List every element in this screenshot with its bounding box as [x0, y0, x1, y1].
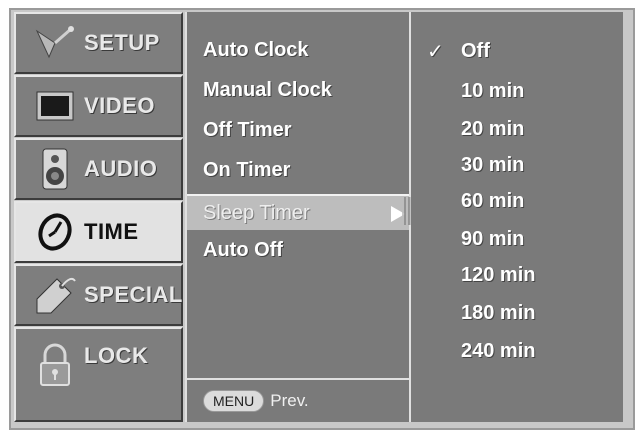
option-label: 90 min	[461, 227, 525, 250]
category-video[interactable]: VIDEO	[14, 75, 183, 137]
submenu-item-label: Manual Clock	[203, 78, 332, 101]
submenu-item-label: Auto Off	[203, 238, 283, 261]
time-submenu: Auto Clock Manual Clock Off Timer On Tim…	[185, 12, 411, 422]
submenu-item-sleep-timer[interactable]: Sleep Timer	[187, 194, 409, 230]
option-off[interactable]: ✓ Off	[411, 34, 623, 68]
speaker-icon	[32, 147, 78, 191]
option-90-min[interactable]: 90 min	[411, 222, 623, 256]
checkmark-icon: ✓	[427, 40, 444, 63]
submenu-item-auto-clock[interactable]: Auto Clock	[187, 30, 409, 70]
sleep-timer-options: ✓ Off 10 min 20 min 30 min 60 min 90 min…	[411, 12, 623, 422]
option-180-min[interactable]: 180 min	[411, 296, 623, 330]
footer-hint: MENU Prev.	[187, 378, 409, 422]
option-label: Off	[461, 39, 490, 62]
option-label: 10 min	[461, 79, 525, 102]
category-special[interactable]: SPECIAL	[14, 264, 183, 326]
category-label: TIME	[84, 219, 139, 244]
category-lock[interactable]: LOCK	[14, 327, 183, 422]
category-time[interactable]: TIME	[14, 201, 183, 263]
category-audio[interactable]: AUDIO	[14, 138, 183, 200]
category-label: SPECIAL	[84, 282, 183, 307]
category-label: SETUP	[84, 30, 160, 55]
category-column: SETUP VIDEO AUDIO TIME SPECIAL LOCK	[14, 12, 183, 422]
tv-icon	[32, 84, 78, 128]
option-240-min[interactable]: 240 min	[411, 334, 623, 368]
submenu-item-auto-off[interactable]: Auto Off	[187, 230, 409, 270]
satellite-icon	[32, 21, 78, 65]
option-label: 180 min	[461, 301, 536, 324]
submenu-item-label: Auto Clock	[203, 38, 309, 61]
menu-key-badge[interactable]: MENU	[203, 390, 265, 412]
option-label: 120 min	[461, 263, 536, 286]
lock-icon	[32, 343, 78, 387]
submenu-item-label: Off Timer	[203, 118, 292, 141]
submenu-item-label: Sleep Timer	[203, 201, 310, 224]
submenu-item-label: On Timer	[203, 158, 291, 181]
option-10-min[interactable]: 10 min	[411, 74, 623, 108]
category-label: LOCK	[84, 343, 149, 368]
submenu-item-off-timer[interactable]: Off Timer	[187, 110, 409, 150]
option-label: 240 min	[461, 339, 536, 362]
category-label: VIDEO	[84, 93, 155, 118]
submenu-item-on-timer[interactable]: On Timer	[187, 150, 409, 190]
option-120-min[interactable]: 120 min	[411, 258, 623, 292]
prev-label: Prev.	[270, 391, 309, 410]
option-30-min[interactable]: 30 min	[411, 148, 623, 182]
category-setup[interactable]: SETUP	[14, 12, 183, 74]
tag-icon	[32, 273, 78, 317]
option-label: 20 min	[461, 117, 525, 140]
option-20-min[interactable]: 20 min	[411, 112, 623, 146]
clock-icon	[32, 210, 78, 254]
submenu-item-manual-clock[interactable]: Manual Clock	[187, 70, 409, 110]
option-label: 30 min	[461, 153, 525, 176]
option-label: 60 min	[461, 189, 525, 212]
option-60-min[interactable]: 60 min	[411, 184, 623, 218]
category-label: AUDIO	[84, 156, 158, 181]
